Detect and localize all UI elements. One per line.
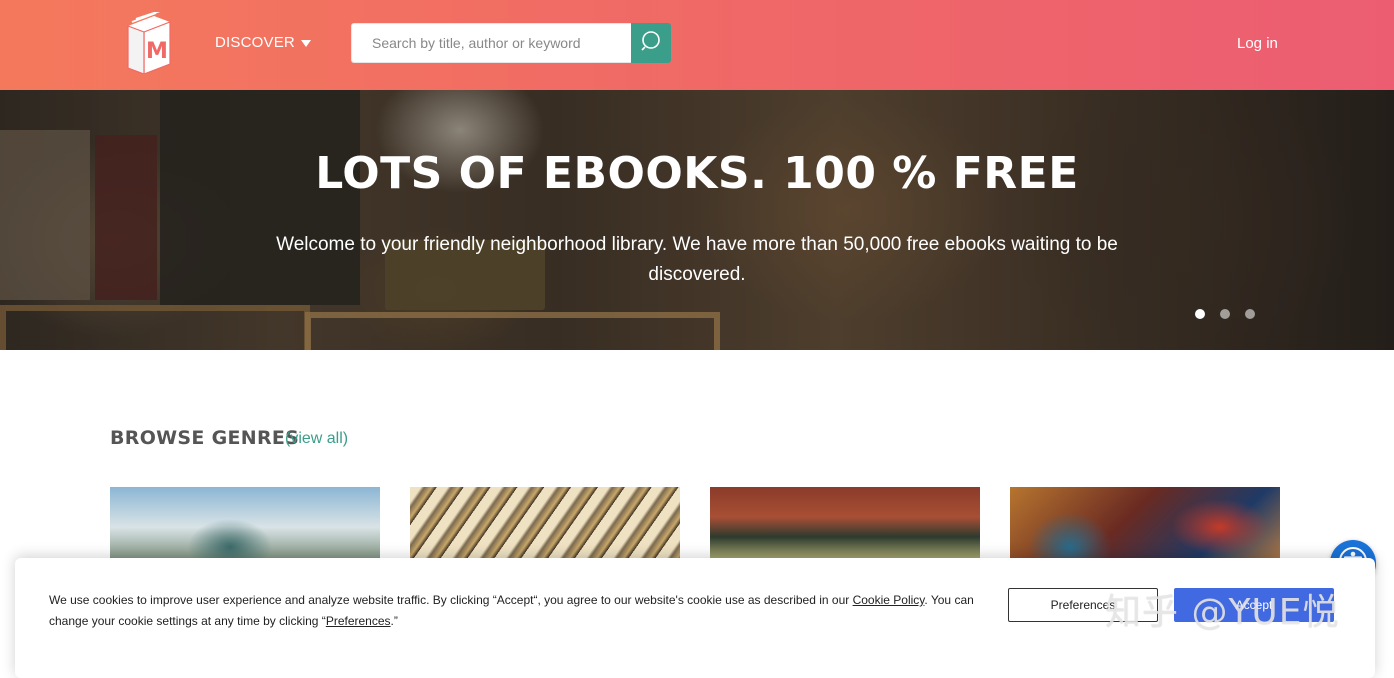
hero-banner: LOTS OF EBOOKS. 100 % FREE Welcome to yo… [0,90,1394,350]
cookie-message: We use cookies to improve user experienc… [49,590,989,632]
hero-title: LOTS OF EBOOKS. 100 % FREE [315,148,1079,199]
hero-subtitle: Welcome to your friendly neighborhood li… [276,234,1118,285]
manybooks-logo-icon[interactable]: M [124,10,174,75]
search-button[interactable] [631,23,671,63]
caret-down-icon [300,40,311,47]
browse-genres-heading: BROWSE GENRES [110,427,300,449]
logo-letter: M [146,39,168,64]
search-bar [351,23,671,63]
login-link[interactable]: Log in [1237,35,1278,52]
preferences-inline-link[interactable]: Preferences [326,614,391,628]
site-header: M DISCOVER Log in [0,0,1394,90]
search-input[interactable] [351,23,631,63]
hero-overlay [0,90,1394,350]
carousel-dot-1[interactable] [1195,309,1205,319]
magnifier-icon [640,30,662,57]
discover-label: DISCOVER [215,34,295,51]
view-all-genres-link[interactable]: (view all) [285,430,348,448]
cookie-text-part: .” [390,614,398,628]
carousel-dots [1195,309,1255,319]
carousel-dot-3[interactable] [1245,309,1255,319]
discover-menu[interactable]: DISCOVER [215,34,311,51]
cookie-text-part: We use cookies to improve user experienc… [49,593,853,607]
carousel-dot-2[interactable] [1220,309,1230,319]
cookie-policy-link[interactable]: Cookie Policy [853,593,925,607]
watermark-text: 知乎 @YUE悦 [1105,592,1340,633]
